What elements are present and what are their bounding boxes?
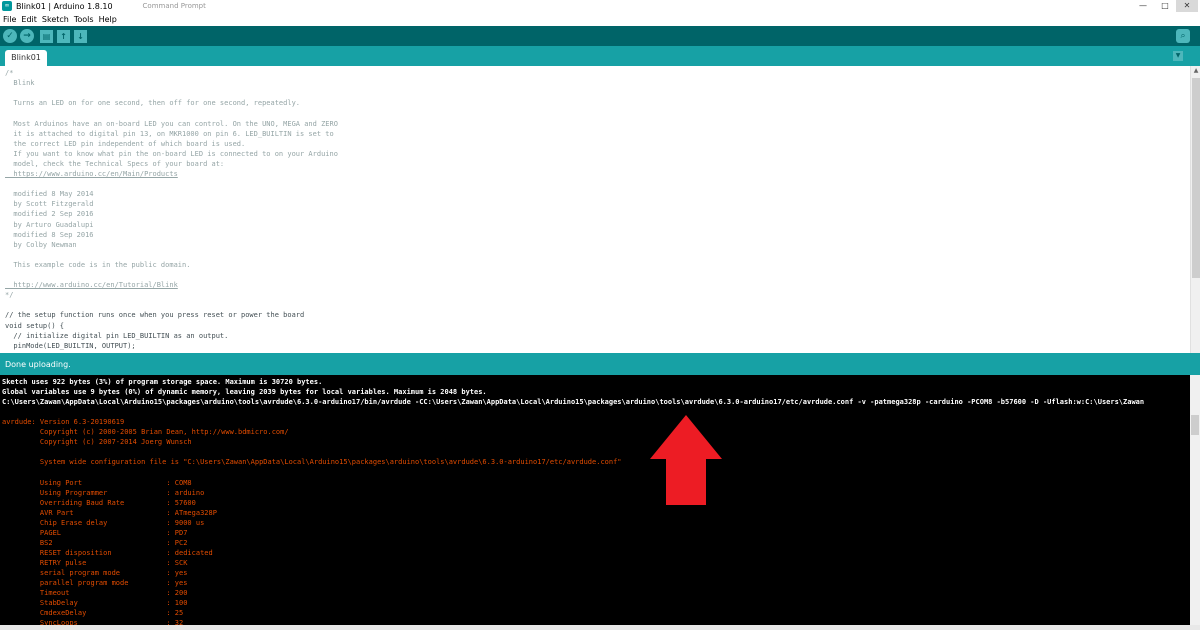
console-line: C:\Users\Zawan\AppData\Local\Arduino15\p… (2, 398, 1145, 407)
window-title: Blink01 | Arduino 1.8.10 (16, 1, 113, 11)
code-line: void setup() { (5, 321, 65, 330)
console-line: serial program mode : yes (2, 568, 188, 577)
chevron-down-icon: ▼ (1175, 52, 1181, 59)
console-line: parallel program mode : yes (2, 579, 188, 587)
new-sketch-button[interactable]: ▤ (40, 29, 53, 43)
console-scroll-thumb[interactable] (1191, 415, 1199, 435)
code-line: Turns an LED on for one second, then off… (5, 99, 301, 108)
console-line: Copyright (c) 2007-2014 Joerg Wunsch (2, 438, 192, 447)
menu-tools[interactable]: Tools (74, 15, 94, 24)
tab-strip: Blink01 ▼ (0, 46, 1200, 66)
console-scrollbar[interactable] (1190, 375, 1200, 625)
output-console[interactable]: Sketch uses 922 bytes (3%) of program st… (0, 375, 1200, 625)
console-line: Overriding Baud Rate : 57600 (2, 498, 196, 507)
code-line: // the setup function runs once when you… (5, 311, 305, 320)
serial-monitor-button[interactable]: ⌕ (1176, 29, 1190, 43)
bottom-resize-bar[interactable] (0, 625, 1200, 630)
code-editor[interactable]: ▲ /* Blink Turns an LED on for one secon… (0, 66, 1200, 353)
console-line: AVR Part : ATmega328P (2, 508, 217, 517)
code-line: modified 8 May 2014 (5, 190, 94, 199)
menu-sketch[interactable]: Sketch (42, 15, 69, 24)
code-line[interactable]: http://www.arduino.cc/en/Tutorial/Blink (5, 280, 177, 290)
menu-help[interactable]: Help (99, 15, 117, 24)
console-line: PAGEL : PD7 (2, 528, 188, 537)
code-line: Blink (5, 79, 35, 88)
console-line: RETRY pulse : SCK (2, 558, 188, 567)
code-line: by Arturo Guadalupi (5, 220, 94, 229)
code-line: modified 2 Sep 2016 (5, 210, 94, 219)
check-icon: ✓ (6, 31, 14, 41)
code-line: // initialize digital pin LED_BUILTIN as… (5, 331, 229, 340)
status-message: Done uploading. (5, 360, 71, 369)
window-controls: — □ ✕ (1132, 0, 1198, 12)
code-line: modified 8 Sep 2016 (5, 230, 94, 239)
menu-edit[interactable]: Edit (21, 15, 37, 24)
menu-bar: File Edit Sketch Tools Help (0, 13, 1200, 25)
console-line: Global variables use 9 bytes (0%) of dyn… (2, 388, 487, 397)
console-line: RESET disposition : dedicated (2, 548, 213, 557)
save-button[interactable]: ↓ (74, 29, 87, 43)
console-line: SyncLoops : 32 (2, 619, 184, 625)
tab-blink01[interactable]: Blink01 (5, 50, 47, 66)
console-line: System wide configuration file is "C:\Us… (2, 458, 622, 467)
status-bar: Done uploading. (0, 353, 1200, 375)
arrow-right-icon: → (23, 31, 31, 41)
code-line: by Scott Fitzgerald (5, 200, 94, 209)
console-line: Using Port : COM8 (2, 478, 192, 487)
code-line[interactable]: https://www.arduino.cc/en/Main/Products (5, 169, 177, 179)
arrow-down-icon: ↓ (77, 31, 84, 41)
file-icon: ▤ (42, 31, 51, 41)
minimize-button[interactable]: — (1132, 0, 1154, 12)
tab-menu-button[interactable]: ▼ (1173, 51, 1183, 61)
editor-scroll-thumb[interactable] (1192, 78, 1200, 278)
console-line: Chip Erase delay : 9000 us (2, 518, 205, 527)
console-line: Using Programmer : arduino (2, 488, 205, 497)
code-line: model, check the Technical Specs of your… (5, 159, 225, 168)
console-line: Sketch uses 922 bytes (3%) of program st… (2, 378, 323, 386)
code-line: it is attached to digital pin 13, on MKR… (5, 129, 334, 138)
code-line: If you want to know what pin the on-boar… (5, 149, 338, 158)
code-line: /* (5, 69, 14, 77)
code-line: */ (5, 291, 14, 300)
console-line: Copyright (c) 2000-2005 Brian Dean, http… (2, 428, 289, 437)
code-line: the correct LED pin independent of which… (5, 139, 246, 148)
menu-file[interactable]: File (3, 15, 16, 24)
arrow-up-icon: ↑ (60, 31, 67, 41)
console-line: CmdexeDelay : 25 (2, 609, 184, 618)
code-line: pinMode(LED_BUILTIN, OUTPUT); (5, 341, 136, 350)
console-line: avrdude: Version 6.3-20190619 (2, 418, 125, 427)
background-window-title: Command Prompt (142, 2, 206, 10)
console-line: Timeout : 200 (2, 589, 188, 598)
code-line: by Colby Newman (5, 240, 77, 249)
maximize-button[interactable]: □ (1154, 0, 1176, 12)
upload-button[interactable]: → (20, 29, 34, 43)
open-button[interactable]: ↑ (57, 29, 70, 43)
magnifier-icon: ⌕ (1180, 31, 1186, 41)
console-line: BS2 : PC2 (2, 538, 188, 547)
console-line: StabDelay : 100 (2, 599, 188, 608)
scroll-up-icon[interactable]: ▲ (1191, 66, 1200, 76)
red-arrow-icon (650, 415, 722, 505)
title-bar: ∞ Blink01 | Arduino 1.8.10 Command Promp… (0, 0, 1200, 12)
editor-scrollbar[interactable]: ▲ (1190, 66, 1200, 353)
close-button[interactable]: ✕ (1176, 0, 1198, 12)
verify-button[interactable]: ✓ (3, 29, 17, 43)
code-line: This example code is in the public domai… (5, 260, 191, 269)
arduino-logo-icon: ∞ (2, 1, 12, 11)
toolbar: ✓ → ▤ ↑ ↓ ⌕ (0, 26, 1200, 46)
code-line: Most Arduinos have an on-board LED you c… (5, 119, 338, 128)
